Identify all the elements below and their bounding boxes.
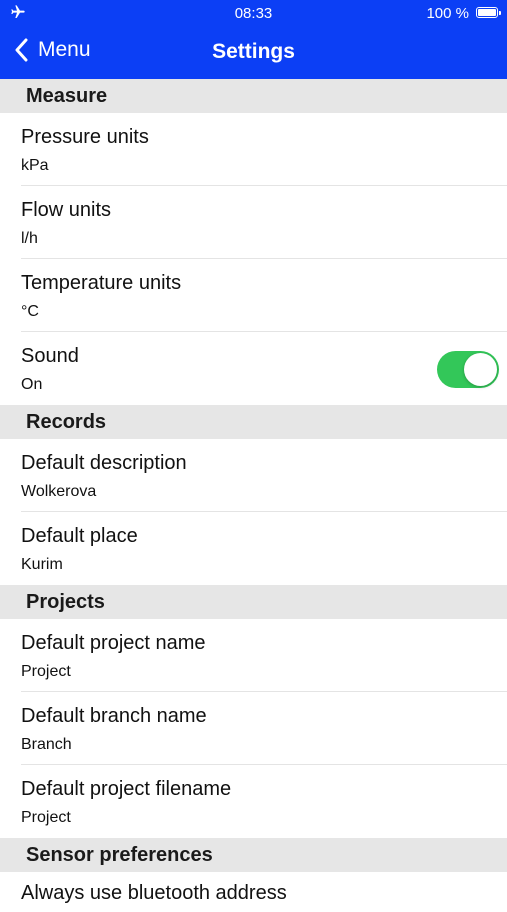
section-header-measure: Measure (0, 79, 507, 113)
status-bar: 08:33 100 % (0, 0, 507, 26)
setting-row-default-project-filename[interactable]: Default project filename Project (0, 765, 507, 838)
setting-label: Default project name (21, 632, 206, 654)
setting-row-sound: Sound On (0, 332, 507, 405)
setting-label: Flow units (21, 199, 112, 221)
setting-value: Kurim (21, 556, 63, 573)
setting-value: Wolkerova (21, 483, 97, 500)
battery-percentage: 100 % (426, 5, 469, 22)
setting-label: Default project filename (21, 778, 232, 800)
section-header-records: Records (0, 405, 507, 439)
setting-row-default-branch-name[interactable]: Default branch name Branch (0, 692, 507, 765)
setting-value: Project (21, 663, 71, 680)
setting-value: On (21, 376, 43, 393)
section-header-sensor-preferences: Sensor preferences (0, 838, 507, 872)
setting-label: Default description (21, 452, 187, 474)
setting-row-default-place[interactable]: Default place Kurim (0, 512, 507, 585)
section-header-projects: Projects (0, 585, 507, 619)
sound-toggle[interactable] (437, 351, 499, 388)
setting-label: Temperature units (21, 272, 182, 294)
battery-icon (476, 7, 501, 18)
setting-value: kPa (21, 157, 49, 174)
setting-value: l/h (21, 230, 38, 247)
page-title: Settings (212, 40, 295, 63)
setting-row-pressure-units[interactable]: Pressure units kPa (0, 113, 507, 186)
setting-label: Always use bluetooth address (21, 882, 287, 904)
setting-row-default-project-name[interactable]: Default project name Project (0, 619, 507, 692)
setting-label: Sound (21, 345, 79, 367)
setting-row-flow-units[interactable]: Flow units l/h (0, 186, 507, 259)
setting-label: Pressure units (21, 126, 149, 148)
setting-label: Default branch name (21, 705, 207, 727)
navigation-bar: 08:33 100 % Menu Settings (0, 0, 507, 79)
setting-value: Project (21, 809, 71, 826)
setting-value: °C (21, 303, 39, 320)
setting-value: Branch (21, 736, 72, 753)
setting-row-temperature-units[interactable]: Temperature units °C (0, 259, 507, 332)
setting-label: Default place (21, 525, 138, 547)
toggle-knob (464, 353, 497, 386)
setting-row-default-description[interactable]: Default description Wolkerova (0, 439, 507, 512)
setting-row-always-use-bluetooth-address[interactable]: Always use bluetooth address (0, 872, 507, 912)
